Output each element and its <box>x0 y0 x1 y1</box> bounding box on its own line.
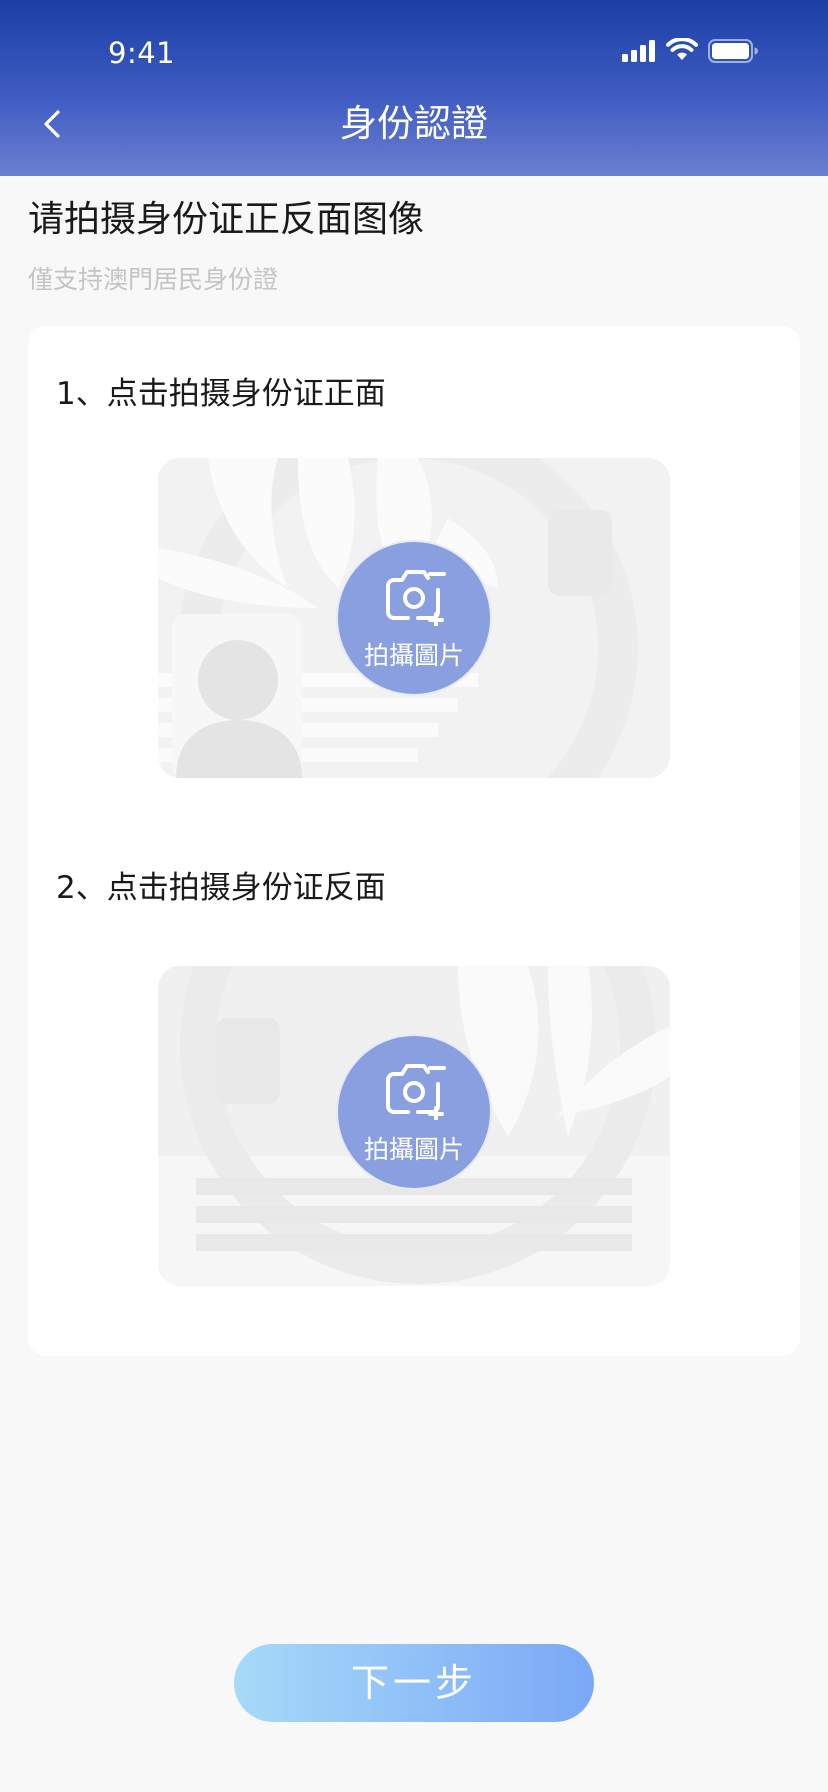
wifi-icon <box>666 38 698 60</box>
id-front-capture-area[interactable]: 拍攝圖片 <box>158 458 670 778</box>
header: 9:41 身份認證 <box>0 0 828 176</box>
battery-icon <box>708 39 758 63</box>
cellular-signal-icon <box>622 40 655 62</box>
page-title: 身份認證 <box>340 102 488 145</box>
status-bar: 9:41 <box>0 0 828 96</box>
instruction-heading: 请拍摄身份证正反面图像 <box>28 199 425 240</box>
step-front-label: 1、点击拍摄身份证正面 <box>56 376 386 412</box>
camera-plus-icon <box>386 1064 446 1120</box>
capture-back-button[interactable]: 拍攝圖片 <box>336 1034 492 1190</box>
status-time: 9:41 <box>108 36 176 70</box>
capture-front-button[interactable]: 拍攝圖片 <box>336 540 492 696</box>
camera-plus-icon <box>386 570 446 626</box>
next-step-button[interactable]: 下一步 <box>234 1644 594 1722</box>
step-back-label: 2、点击拍摄身份证反面 <box>56 870 386 906</box>
id-upload-card: 1、点击拍摄身份证正面 拍攝圖片 2、点击拍摄身份证反面 拍攝圖片 <box>28 326 800 1356</box>
id-back-capture-area[interactable]: 拍攝圖片 <box>158 966 670 1286</box>
instruction-subheading: 僅支持澳門居民身份證 <box>28 265 279 294</box>
status-icons <box>622 38 762 66</box>
capture-back-label: 拍攝圖片 <box>363 1135 464 1164</box>
capture-front-label: 拍攝圖片 <box>363 641 464 670</box>
